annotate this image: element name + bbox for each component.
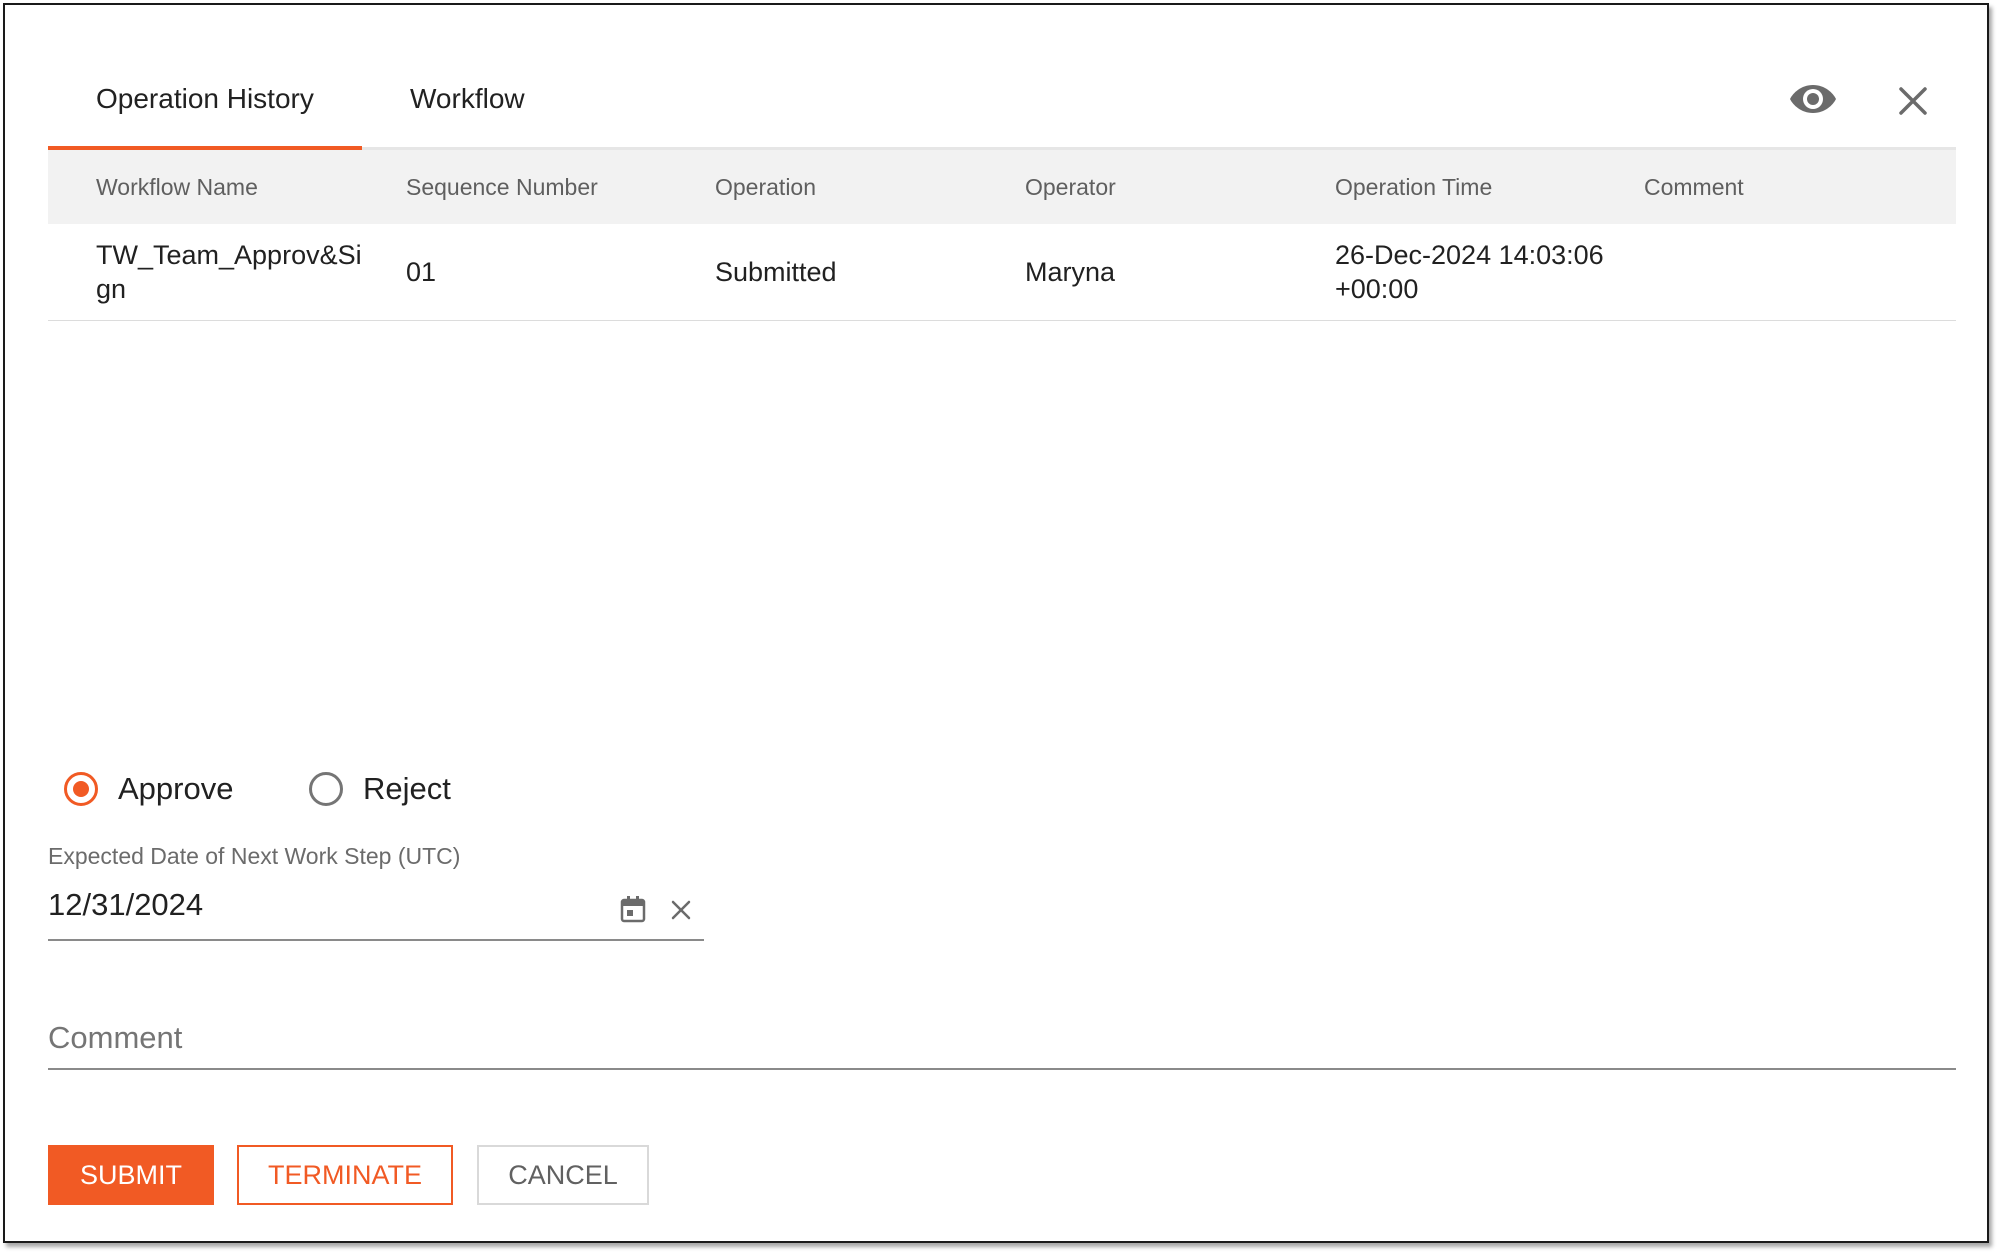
tab-operation-history[interactable]: Operation History bbox=[48, 65, 362, 147]
approve-label: Approve bbox=[118, 771, 234, 806]
cell-operation: Submitted bbox=[715, 257, 837, 287]
calendar-icon[interactable] bbox=[618, 895, 648, 925]
expected-date-label: Expected Date of Next Work Step (UTC) bbox=[48, 843, 461, 869]
comment-input[interactable] bbox=[48, 1010, 1956, 1066]
terminate-button[interactable]: TERMINATE bbox=[237, 1145, 453, 1205]
radio-unchecked-icon[interactable] bbox=[309, 772, 343, 806]
comment-field bbox=[48, 1010, 1956, 1070]
operation-history-table: Workflow Name Sequence Number Operation … bbox=[48, 150, 1956, 321]
table-header: Workflow Name Sequence Number Operation … bbox=[48, 150, 1956, 224]
cell-operator: Maryna bbox=[1025, 257, 1116, 287]
tab-workflow[interactable]: Workflow bbox=[362, 65, 562, 147]
cell-comment bbox=[1644, 224, 1914, 320]
column-header-workflow-name: Workflow Name bbox=[96, 174, 258, 200]
submit-button[interactable]: SUBMIT bbox=[48, 1145, 214, 1205]
reject-label: Reject bbox=[363, 771, 451, 806]
column-header-operator: Operator bbox=[1025, 174, 1116, 200]
column-header-operation-time: Operation Time bbox=[1335, 174, 1493, 200]
table-row: TW_Team_Approv&Sign 01 Submitted Maryna … bbox=[48, 224, 1956, 321]
column-header-operation: Operation bbox=[715, 174, 817, 200]
cell-sequence-number: 01 bbox=[406, 257, 437, 287]
workflow-dialog: Operation History Workflow Workflow Name… bbox=[3, 3, 1989, 1243]
expected-date-input[interactable] bbox=[48, 883, 608, 927]
column-header-comment: Comment bbox=[1644, 174, 1744, 200]
tab-bar: Operation History Workflow bbox=[48, 65, 1956, 150]
close-icon[interactable] bbox=[1893, 81, 1933, 121]
eye-icon[interactable] bbox=[1789, 79, 1837, 119]
expected-date-field: Expected Date of Next Work Step (UTC) bbox=[48, 843, 704, 941]
reject-radio[interactable]: Reject bbox=[309, 765, 451, 813]
radio-checked-icon[interactable] bbox=[64, 772, 98, 806]
cancel-button[interactable]: CANCEL bbox=[477, 1145, 649, 1205]
clear-date-icon[interactable] bbox=[668, 897, 694, 923]
column-header-sequence-number: Sequence Number bbox=[406, 174, 598, 200]
cell-workflow-name: TW_Team_Approv&Sign bbox=[96, 240, 362, 304]
approve-radio[interactable]: Approve bbox=[64, 765, 233, 813]
cell-operation-time: 26-Dec-2024 14:03:06 +00:00 bbox=[1335, 240, 1604, 304]
